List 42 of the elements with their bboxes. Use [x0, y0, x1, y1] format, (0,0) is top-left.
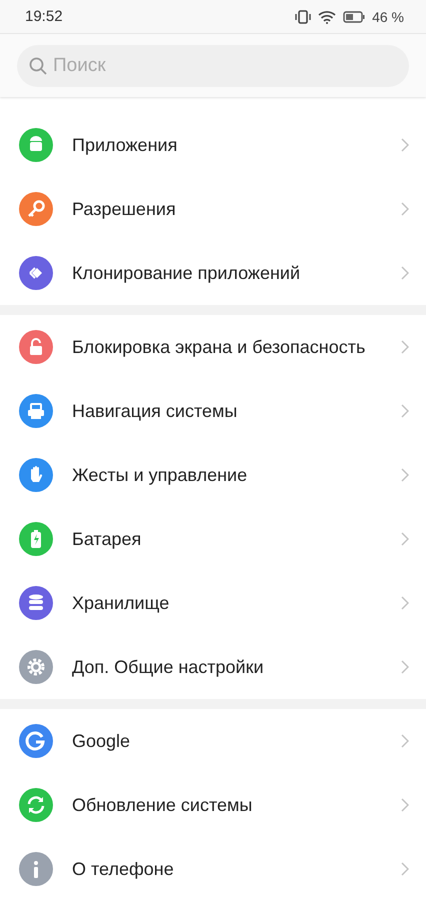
item-label: Хранилище	[72, 592, 170, 614]
settings-item[interactable]: Навигация системы	[0, 379, 426, 443]
item-label: Доп. Общие настройки	[72, 656, 265, 678]
item-label: Обновление системы	[72, 794, 254, 816]
item-label: Google	[72, 730, 132, 752]
battery-status-icon	[343, 10, 366, 22]
chevron-icon	[401, 266, 409, 280]
status-time: 19:52	[25, 8, 63, 25]
chevron-icon	[401, 138, 409, 152]
battery-percent: 46 %	[372, 8, 404, 24]
settings-item[interactable]: Разрешения	[0, 177, 426, 241]
chevron-icon	[401, 660, 409, 674]
item-label: Клонирование приложений	[72, 262, 302, 284]
settings-item[interactable]: Клонирование приложений	[0, 241, 426, 305]
settings-item[interactable]: Доп. Общие настройки	[0, 635, 426, 699]
chevron-icon	[401, 202, 409, 216]
item-label: Жесты и управление	[72, 464, 248, 486]
search-field[interactable]: Поиск	[17, 44, 409, 86]
item-label: Батарея	[72, 528, 142, 550]
settings-item[interactable]: Жесты и управление	[0, 443, 426, 507]
chevron-icon	[401, 404, 409, 418]
item-label: Навигация системы	[72, 400, 238, 422]
chevron-icon	[401, 862, 409, 876]
chevron-icon	[401, 798, 409, 812]
chevron-icon	[401, 468, 409, 482]
settings-item[interactable]: Приложения	[0, 113, 426, 177]
chevron-icon	[401, 340, 409, 354]
item-label: Приложения	[72, 134, 178, 156]
chevron-icon	[401, 532, 409, 546]
item-label: Блокировка экрана и безопасность	[72, 336, 366, 358]
settings-item[interactable]: Блокировка экрана и безопасность	[0, 315, 426, 379]
settings-item[interactable]: Хранилище	[0, 571, 426, 635]
settings-item[interactable]: Батарея	[0, 507, 426, 571]
settings-item[interactable]: О телефоне	[0, 837, 426, 900]
settings-item[interactable]: Google	[0, 709, 426, 773]
item-label: Разрешения	[72, 198, 177, 220]
item-label: О телефоне	[72, 858, 175, 880]
chevron-icon	[401, 734, 409, 748]
wifi-icon	[318, 10, 336, 24]
vibrate-icon	[295, 10, 312, 24]
settings-item[interactable]: Обновление системы	[0, 773, 426, 837]
chevron-icon	[401, 596, 409, 610]
